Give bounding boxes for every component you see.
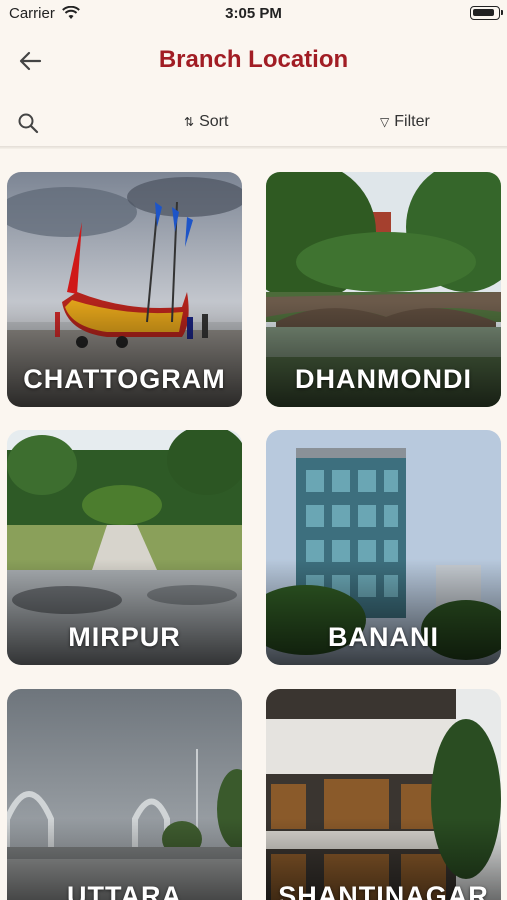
branch-card-uttara[interactable]: UTTARA bbox=[7, 689, 242, 900]
toolbar-divider bbox=[0, 146, 507, 149]
page-title: Branch Location bbox=[158, 46, 349, 73]
branch-name: MIRPUR bbox=[68, 622, 181, 652]
battery-icon bbox=[470, 6, 503, 20]
branch-card-shantinagar[interactable]: SHANTINAGAR bbox=[266, 689, 501, 900]
branch-card-banani[interactable]: BANANI bbox=[266, 430, 501, 665]
uttara-image bbox=[7, 689, 242, 900]
branch-name: SHANTINAGAR bbox=[278, 881, 489, 900]
branch-name: DHANMONDI bbox=[295, 364, 472, 394]
search-icon[interactable] bbox=[16, 111, 40, 135]
sort-label: Sort bbox=[199, 113, 229, 130]
toolbar: ⇅ Sort ▽ Filter bbox=[0, 100, 507, 146]
branch-card-mirpur[interactable]: MIRPUR bbox=[7, 430, 242, 665]
branch-name: BANANI bbox=[328, 622, 439, 652]
sort-button[interactable]: ⇅ Sort bbox=[184, 113, 228, 131]
branch-card-chattogram[interactable]: CHATTOGRAM bbox=[7, 172, 242, 407]
filter-icon: ▽ bbox=[380, 115, 390, 129]
status-bar: Carrier 3:05 PM bbox=[0, 0, 507, 28]
shantinagar-image bbox=[266, 689, 501, 900]
branch-name: UTTARA bbox=[67, 881, 182, 900]
branch-name: CHATTOGRAM bbox=[23, 364, 226, 394]
branch-card-dhanmondi[interactable]: DHANMONDI bbox=[266, 172, 501, 407]
filter-label: Filter bbox=[394, 113, 430, 130]
filter-button[interactable]: ▽ Filter bbox=[380, 113, 430, 131]
sort-icon: ⇅ bbox=[184, 115, 195, 129]
clock: 3:05 PM bbox=[225, 5, 282, 22]
